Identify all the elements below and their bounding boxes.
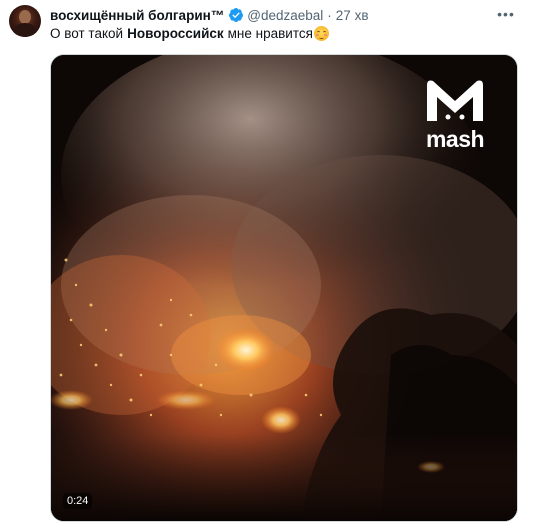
video-duration-badge: 0:24 [63, 493, 93, 509]
avatar-body [14, 23, 36, 37]
avatar-head [19, 10, 31, 24]
tweet-text-bold: Новороссийск [127, 26, 224, 41]
user-handle[interactable]: @dedzaebal [247, 8, 323, 23]
mash-m-icon [427, 80, 483, 121]
tweet-text-start: О вот такой [50, 26, 124, 41]
display-name[interactable]: восхищённый болгарин™ [50, 8, 224, 23]
verified-badge-icon [228, 7, 244, 23]
tweet-text-end: мне нравится [227, 26, 313, 41]
video-player[interactable]: mash 0:24 [50, 54, 518, 522]
separator-dot: · [327, 7, 332, 23]
avatar[interactable] [9, 5, 41, 37]
mash-watermark-text: mash [425, 126, 485, 152]
mash-watermark-logo: mash [419, 77, 491, 153]
tweet[interactable]: восхищённый болгарин™ @dedzaebal · 27 хв… [0, 0, 534, 526]
timestamp[interactable]: 27 хв [336, 8, 369, 23]
smiling-face-emoji-icon [313, 26, 329, 41]
more-options-icon[interactable]: ••• [496, 6, 516, 22]
tweet-header: восхищённый болгарин™ @dedzaebal · 27 хв [50, 6, 369, 24]
tweet-text: О вот такой Новороссийск мне нравится [50, 26, 329, 41]
